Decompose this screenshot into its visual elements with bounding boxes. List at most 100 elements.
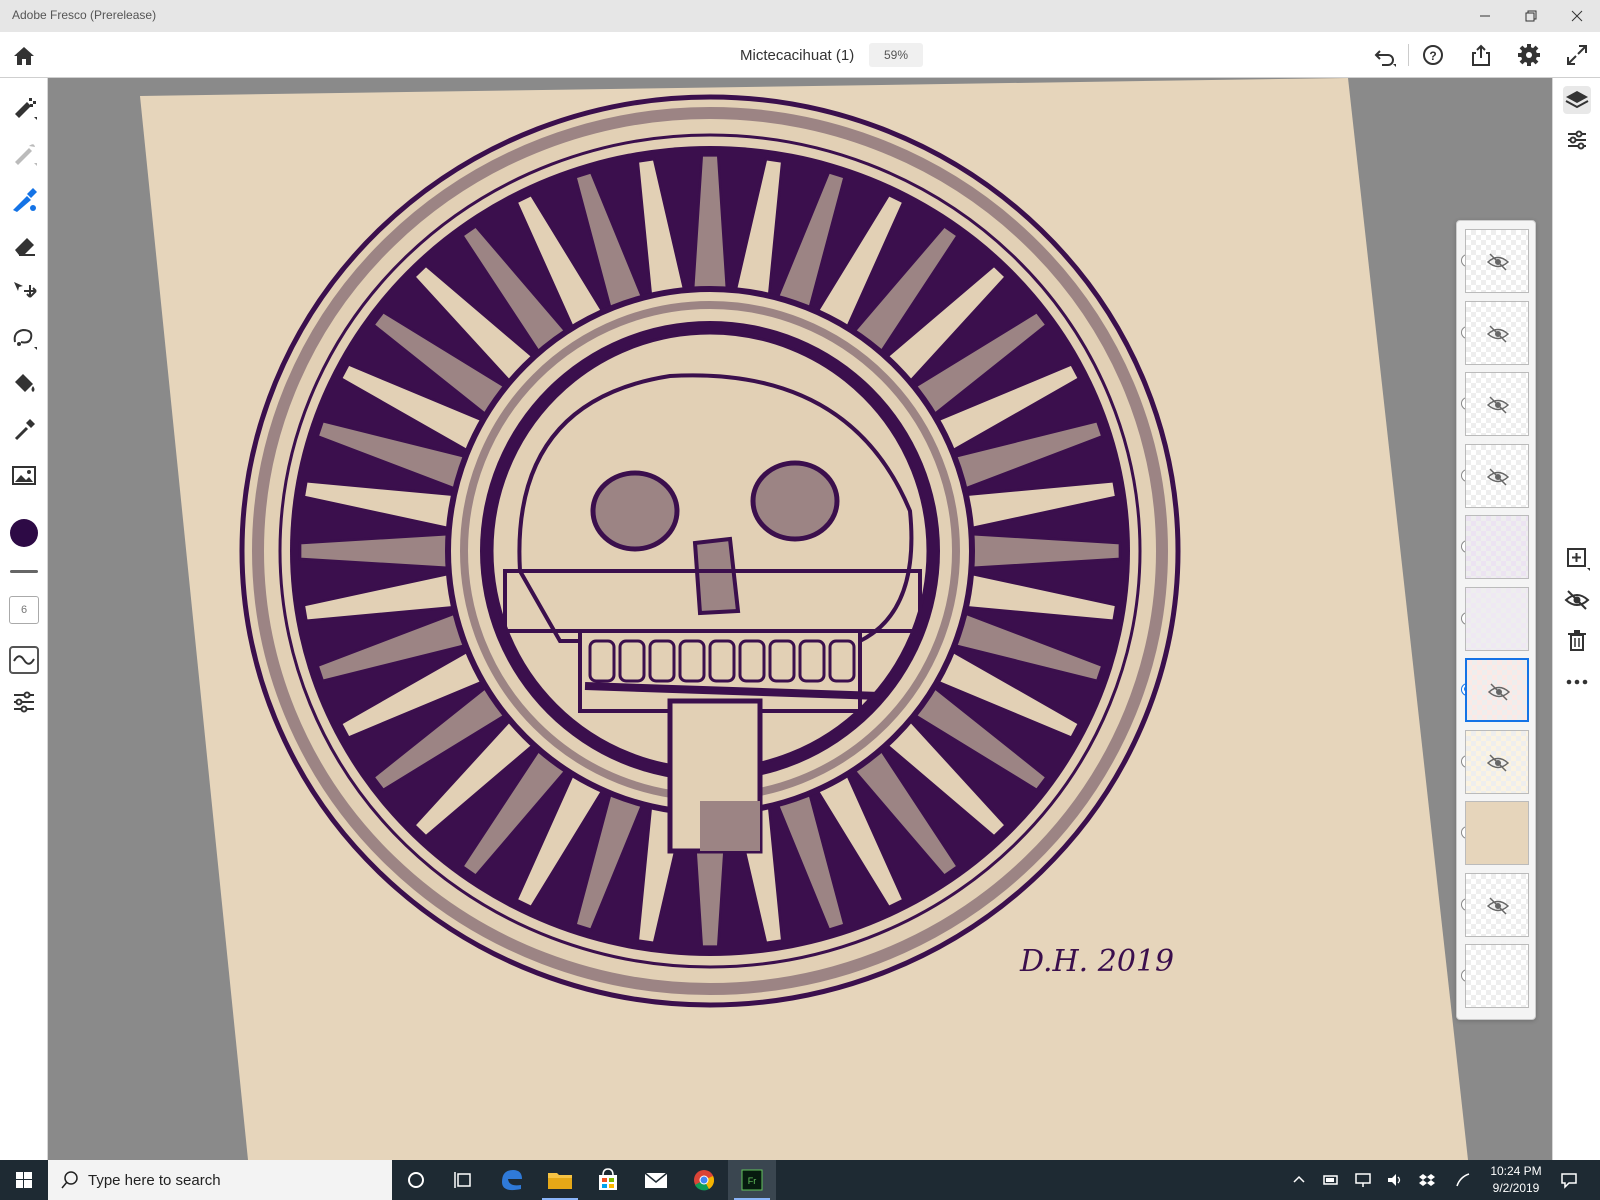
- layer-thumbnail[interactable]: [1465, 944, 1529, 1008]
- task-view-icon: [454, 1172, 471, 1188]
- pen-workspace-icon[interactable]: [1454, 1171, 1472, 1189]
- cortana-icon: [408, 1172, 424, 1188]
- restore-button[interactable]: [1508, 0, 1554, 32]
- help-button[interactable]: ?: [1420, 42, 1446, 68]
- layer-thumbnail[interactable]: [1465, 658, 1529, 722]
- battery-icon[interactable]: [1322, 1171, 1340, 1189]
- add-layer-button[interactable]: [1563, 544, 1591, 572]
- layer-thumbnail[interactable]: [1465, 872, 1529, 937]
- lasso-tool[interactable]: [9, 322, 39, 352]
- notifications-icon[interactable]: [1560, 1171, 1578, 1189]
- close-button[interactable]: [1554, 0, 1600, 32]
- drawing-canvas[interactable]: D.H. 2019: [48, 78, 1552, 1160]
- pixel-brush-icon: [15, 98, 37, 120]
- more-icon: [1566, 679, 1588, 685]
- more-options-button[interactable]: [1563, 668, 1591, 696]
- restore-icon: [1525, 10, 1537, 22]
- layer-thumbnail[interactable]: [1465, 801, 1529, 865]
- undo-button[interactable]: [1372, 42, 1398, 68]
- svg-text:?: ?: [1429, 49, 1436, 63]
- share-button[interactable]: [1468, 42, 1494, 68]
- layer-thumbnail[interactable]: [1465, 515, 1529, 579]
- minimize-button[interactable]: [1462, 0, 1508, 32]
- layer-thumbnail[interactable]: [1465, 300, 1529, 365]
- layers-panel: [1456, 220, 1536, 1020]
- edge-taskbar-button[interactable]: [488, 1160, 536, 1200]
- clock-date[interactable]: 9/2/2019: [1486, 1181, 1546, 1195]
- tooth: [678, 639, 706, 683]
- eye-slash-icon: [1486, 467, 1510, 486]
- home-button[interactable]: [10, 42, 38, 70]
- layers-toggle-button[interactable]: [1563, 86, 1591, 114]
- dropbox-icon[interactable]: [1418, 1171, 1436, 1189]
- fill-tool[interactable]: [9, 368, 39, 398]
- tooth: [768, 639, 796, 683]
- expand-icon: [1567, 45, 1587, 65]
- brush-size[interactable]: 6: [9, 596, 39, 624]
- eraser-tool[interactable]: [9, 230, 39, 260]
- layer-preview: [1466, 945, 1528, 1007]
- help-icon: ?: [1423, 45, 1443, 65]
- eye-slash-icon: [1486, 253, 1510, 271]
- delete-layer-button[interactable]: [1563, 626, 1591, 654]
- color-swatch[interactable]: [10, 519, 38, 547]
- cortana-button[interactable]: [392, 1160, 440, 1200]
- zoom-level[interactable]: 59%: [869, 43, 923, 67]
- paint-bucket-icon: [15, 374, 35, 392]
- vector-brush-icon: [13, 188, 37, 212]
- volume-icon[interactable]: [1386, 1171, 1404, 1189]
- start-button[interactable]: [0, 1160, 48, 1200]
- settings-button[interactable]: [1516, 42, 1542, 68]
- close-icon: [1571, 10, 1583, 22]
- chrome-taskbar-button[interactable]: [680, 1160, 728, 1200]
- document-title[interactable]: Mictecacihuat (1): [740, 47, 854, 64]
- layer-thumbnail[interactable]: [1465, 443, 1529, 508]
- mail-taskbar-button[interactable]: [632, 1160, 680, 1200]
- minimize-icon: [1480, 15, 1490, 17]
- tooth: [708, 639, 736, 683]
- layer-thumbnail[interactable]: [1465, 229, 1529, 293]
- fullscreen-button[interactable]: [1564, 42, 1590, 68]
- store-taskbar-button[interactable]: [584, 1160, 632, 1200]
- gear-icon: [1518, 44, 1540, 66]
- eye-slash-icon: [1486, 753, 1510, 772]
- task-view-button[interactable]: [440, 1160, 488, 1200]
- header-separator: [1408, 44, 1409, 66]
- eye-slash-icon: [1486, 324, 1510, 343]
- pixel-brush-tool[interactable]: [9, 92, 39, 122]
- toolbar-divider: [10, 570, 38, 573]
- hide-layer-button[interactable]: [1563, 586, 1591, 614]
- window-title-bar: Adobe Fresco (Prerelease): [0, 0, 1600, 32]
- fresco-taskbar-button[interactable]: Fr: [728, 1160, 776, 1200]
- windows-taskbar: Type here to search Fr 10:24 PM 9/2/2019: [0, 1160, 1600, 1200]
- add-layer-icon: [1567, 548, 1590, 571]
- transform-tool[interactable]: [9, 276, 39, 306]
- windows-logo-icon: [16, 1172, 32, 1188]
- clock-time[interactable]: 10:24 PM: [1486, 1164, 1546, 1178]
- layer-properties-button[interactable]: [1563, 126, 1591, 154]
- tooth: [618, 639, 646, 683]
- search-icon: [61, 1171, 78, 1189]
- brush-settings-tool[interactable]: [9, 686, 39, 716]
- folder-icon: [548, 1173, 572, 1189]
- share-icon: [1472, 44, 1490, 66]
- layer-thumbnail[interactable]: [1465, 729, 1529, 794]
- edge-icon: [502, 1170, 522, 1191]
- eyedropper-tool[interactable]: [9, 414, 39, 444]
- network-icon[interactable]: [1354, 1171, 1372, 1189]
- layer-thumbnail[interactable]: [1465, 372, 1529, 436]
- layer-thumbnail[interactable]: [1465, 586, 1529, 651]
- live-brush-tool[interactable]: [9, 138, 39, 168]
- app-header: Mictecacihuat (1) 59% ?: [0, 32, 1600, 78]
- store-icon: [599, 1168, 617, 1190]
- smoothing-control[interactable]: [9, 646, 39, 674]
- vector-brush-tool[interactable]: [9, 184, 39, 214]
- taskbar-search[interactable]: Type here to search: [48, 1160, 392, 1200]
- lasso-icon: [13, 328, 37, 350]
- chevron-up-icon[interactable]: [1290, 1171, 1308, 1189]
- layers-icon: [1565, 91, 1589, 109]
- file-explorer-taskbar-button[interactable]: [536, 1160, 584, 1200]
- place-image-tool[interactable]: [9, 460, 39, 490]
- home-icon: [14, 47, 34, 65]
- sliders-icon: [14, 691, 34, 713]
